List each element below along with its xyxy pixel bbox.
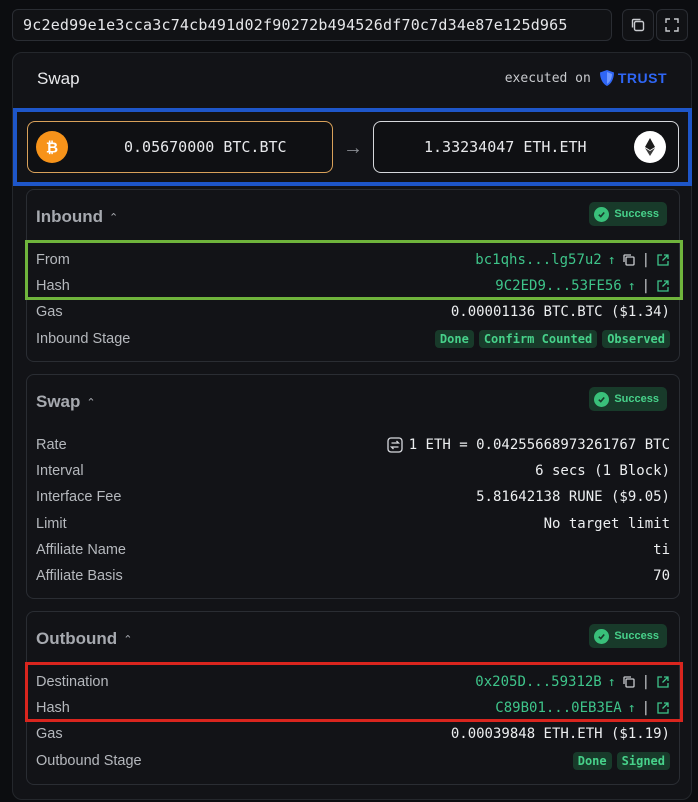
inbound-title: Inbound [36,207,104,226]
inbound-section: Inbound ⌃ Success From bc1qhs...lg57u2 ↑… [25,189,683,362]
inbound-header[interactable]: Inbound ⌃ [36,207,118,227]
tx-hash-text: 9c2ed99e1e3cca3c74cb491d02f90272b494526d… [23,16,568,34]
inbound-gas-value: 0.00001136 BTC.BTC ($1.34) [450,304,670,320]
stage-tag: Confirm Counted [478,330,598,348]
outbound-header[interactable]: Outbound ⌃ [36,629,132,649]
affiliate-basis-label: Affiliate Basis [36,568,123,584]
swap-status-text: Success [614,393,659,405]
outbound-stage-row: Outbound Stage Done Signed [36,749,670,773]
inbound-gas-row: Gas 0.00001136 BTC.BTC ($1.34) [36,300,670,324]
swap-status-badge: Success [589,387,667,411]
inbound-status-text: Success [614,208,659,220]
swap-title: Swap [36,392,81,411]
outbound-highlight [25,662,683,722]
fee-value: 5.81642138 RUNE ($9.05) [476,489,670,505]
rate-label: Rate [36,437,67,453]
affiliate-basis-value: 70 [653,568,670,584]
arrow-right-icon: → [343,137,363,159]
trust-logo[interactable]: TRUST [599,69,667,87]
swap-direction-icon[interactable] [387,437,403,453]
affiliate-basis-row: Affiliate Basis 70 [36,564,670,588]
stage-tag: Observed [602,330,670,348]
stage-tag: Done [572,752,612,770]
card-title: Swap [37,69,80,88]
bitcoin-icon: ₿ [36,131,68,163]
trust-label: TRUST [617,70,667,86]
rate-value: 1 ETH = 0.04255668973261767 BTC [408,437,670,453]
tx-hash-field[interactable]: 9c2ed99e1e3cca3c74cb491d02f90272b494526d… [12,9,612,41]
gas-label: Gas [36,304,63,320]
outbound-gas-value: 0.00039848 ETH.ETH ($1.19) [450,726,670,742]
outbound-title: Outbound [36,629,118,648]
shield-icon [599,70,614,86]
interval-label: Interval [36,463,84,479]
limit-label: Limit [36,516,67,532]
svg-text:₿: ₿ [46,139,58,157]
swap-card: Swap executed on TRUST ₿ 0.05670000 BTC.… [12,52,692,800]
swap-header[interactable]: Swap ⌃ [36,392,96,412]
limit-value: No target limit [543,516,670,532]
ethereum-icon [634,131,666,163]
chevron-up-icon: ⌃ [109,211,119,224]
from-asset[interactable]: ₿ 0.05670000 BTC.BTC [27,121,333,173]
fee-label: Interface Fee [36,489,122,505]
expand-icon [665,18,679,32]
inbound-status-badge: Success [589,202,667,226]
expand-button[interactable] [656,9,688,41]
chevron-up-icon: ⌃ [123,633,133,646]
swap-section: Swap ⌃ Success Rate 1 ETH = 0.0425566897… [26,374,680,599]
gas-label: Gas [36,726,63,742]
check-icon [594,628,610,644]
inbound-highlight [25,240,683,300]
executed-on: executed on TRUST [505,69,667,87]
interval-row: Interval 6 secs (1 Block) [36,459,670,483]
outbound-status-badge: Success [589,624,667,648]
interval-value: 6 secs (1 Block) [535,463,670,479]
chevron-up-icon: ⌃ [86,396,96,409]
copy-hash-button[interactable] [622,9,654,41]
affiliate-name-row: Affiliate Name ti [36,538,670,562]
outbound-status-text: Success [614,630,659,642]
check-icon [594,206,610,222]
to-asset[interactable]: 1.33234047 ETH.ETH [373,121,679,173]
check-icon [594,391,610,407]
rate-row: Rate 1 ETH = 0.04255668973261767 BTC [36,433,670,457]
affiliate-name-label: Affiliate Name [36,542,126,558]
outbound-gas-row: Gas 0.00039848 ETH.ETH ($1.19) [36,722,670,746]
affiliate-name-value: ti [653,542,670,558]
outbound-stage-label: Outbound Stage [36,753,142,769]
limit-row: Limit No target limit [36,512,670,536]
from-amount: 0.05670000 BTC.BTC [124,138,287,156]
fee-row: Interface Fee 5.81642138 RUNE ($9.05) [36,485,670,509]
stage-tag: Signed [616,752,670,770]
outbound-section: Outbound ⌃ Success Destination 0x205D...… [25,611,683,785]
copy-icon [631,18,645,32]
stage-tag: Done [434,330,474,348]
executed-on-label: executed on [504,70,591,86]
inbound-stage-label: Inbound Stage [36,331,131,347]
inbound-stage-row: Inbound Stage Done Confirm Counted Obser… [36,327,670,351]
to-amount: 1.33234047 ETH.ETH [424,138,587,156]
